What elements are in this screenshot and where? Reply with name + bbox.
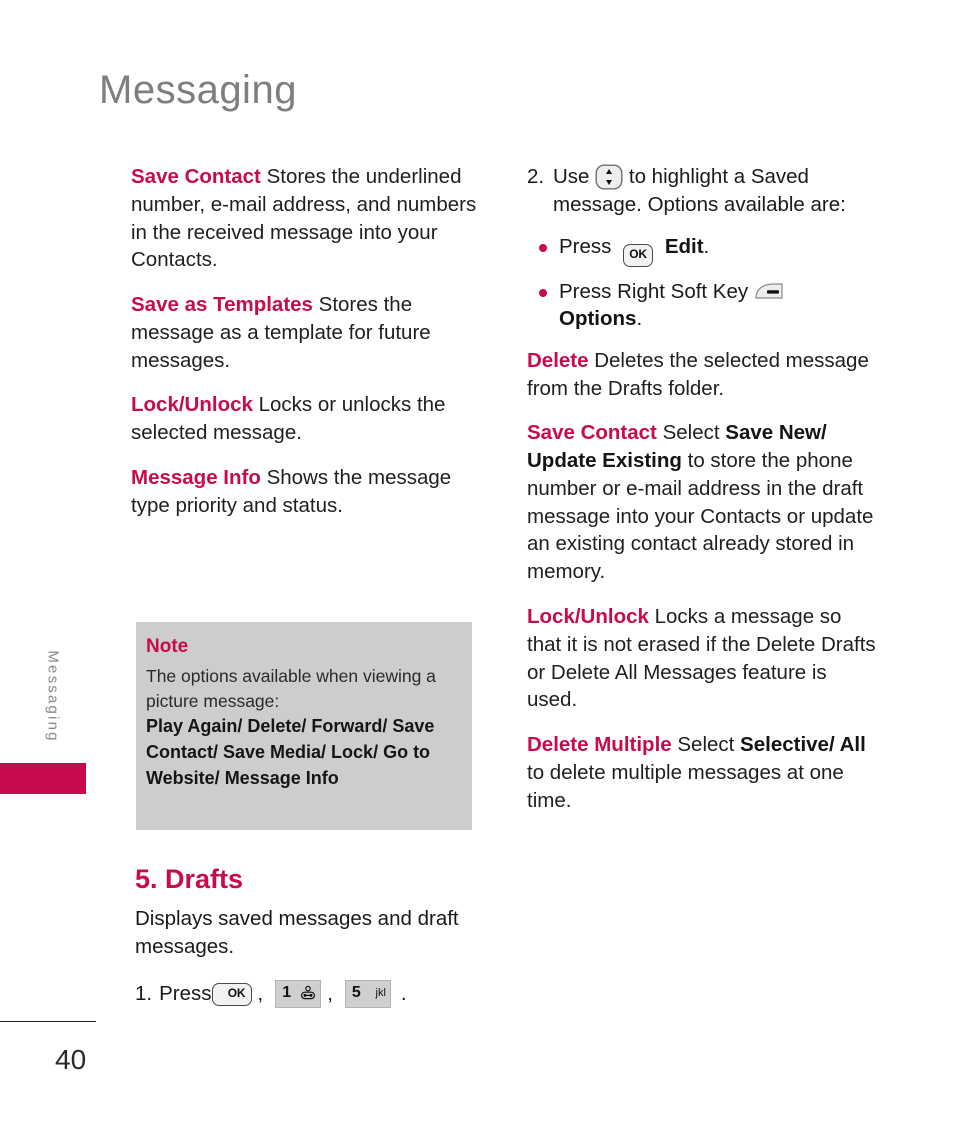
term-message-info: Message Info: [131, 465, 261, 489]
drafts-description: Displays saved messages and draft messag…: [135, 907, 459, 958]
side-tab-marker: [0, 763, 86, 794]
drafts-step-1: 1. Press OK , 1 , 5 jkl .: [135, 980, 485, 1009]
right-soft-key-icon[interactable]: [754, 282, 784, 302]
comma-separator: ,: [327, 982, 333, 1006]
bullet-bold-label: Options: [559, 307, 637, 331]
note-options-list: Play Again/ Delete/ Forward/ Save Contac…: [146, 716, 435, 788]
term-delete-multiple: Delete Multiple: [527, 733, 672, 757]
bullet-text-before: Press Right Soft Key: [559, 279, 749, 303]
paragraph-lock-unlock: Lock/Unlock Locks a message so that it i…: [527, 603, 877, 714]
paragraph-delete-multiple: Delete Multiple Select Selective/ All to…: [527, 731, 877, 814]
step-text-before: Use: [553, 165, 590, 188]
bullet-text-end: .: [636, 307, 643, 331]
term-save-contact: Save Contact: [527, 421, 657, 445]
ok-key-icon[interactable]: OK: [211, 982, 252, 1006]
right-column: 2. Use to highlight a Saved message. Opt…: [527, 163, 877, 814]
term-save-as-templates: Save as Templates: [131, 293, 313, 317]
term-lock-unlock: Lock/Unlock: [131, 393, 253, 417]
bullet-text-before: Press: [559, 234, 612, 258]
step-number: 2.: [527, 165, 545, 188]
paragraph-text-1: Select: [671, 733, 741, 757]
options-bullet-list: Press OK Edit. Press Right Soft Key Opti…: [527, 233, 877, 333]
paragraph-save-contact: Save Contact Select Save New/ Update Exi…: [527, 419, 877, 586]
side-tab-label: Messaging: [44, 650, 62, 743]
ok-key-icon[interactable]: OK: [623, 243, 654, 267]
page-number: 40: [55, 1044, 87, 1075]
right-step-2: 2. Use to highlight a Saved message. Opt…: [527, 163, 877, 219]
note-box: Note The options available when viewing …: [136, 622, 472, 830]
paragraph-bold-1: Selective/ All: [740, 733, 866, 757]
bullet-text-end: .: [703, 234, 710, 258]
term-delete: Delete: [527, 348, 589, 372]
note-text: The options available when viewing a pic…: [146, 666, 436, 712]
paragraph-text-2: to delete multiple messages at one time.: [527, 760, 844, 812]
key-sublabel: jkl: [375, 987, 386, 1000]
note-heading: Note: [146, 636, 189, 657]
number-key-1-icon[interactable]: 1: [275, 980, 322, 1009]
paragraph-text-1: Select: [656, 421, 726, 445]
term-lock-unlock: Lock/Unlock: [527, 605, 649, 628]
drafts-section: 5. Drafts Displays saved messages and dr…: [135, 864, 485, 1009]
paragraph-lock-unlock: Lock/Unlock Locks or unlocks the selecte…: [131, 391, 486, 447]
step-number: 1.: [135, 982, 153, 1006]
page-title: Messaging: [99, 68, 297, 112]
drafts-heading: 5. Drafts: [135, 864, 244, 894]
bullet-bold-label: Edit: [664, 234, 704, 258]
key-digit: 5: [351, 984, 361, 1002]
paragraph-save-as-templates: Save as Templates Stores the message as …: [131, 291, 486, 374]
comma-separator: ,: [257, 982, 264, 1006]
key-digit: 1: [282, 984, 292, 1002]
left-column: Save Contact Stores the underlined numbe…: [131, 163, 486, 519]
term-save-contact: Save Contact: [131, 165, 261, 188]
number-key-5-icon[interactable]: 5 jkl: [344, 980, 391, 1009]
paragraph-save-contact: Save Contact Stores the underlined numbe…: [131, 163, 486, 274]
bullet-press-right-soft-key-options: Press Right Soft Key Options.: [539, 278, 877, 333]
step-text: Use to highlight a Saved message. Option…: [553, 163, 877, 219]
bullet-press-ok-edit: Press OK Edit.: [539, 233, 877, 267]
voicemail-icon: [301, 986, 316, 1000]
footer-divider: [0, 1021, 96, 1022]
paragraph-message-info: Message Info Shows the message type prio…: [131, 464, 486, 520]
navigation-key-icon[interactable]: [595, 164, 623, 190]
period: .: [400, 982, 407, 1006]
step-verb: Press: [159, 982, 212, 1006]
paragraph-delete: Delete Deletes the selected message from…: [527, 347, 877, 403]
